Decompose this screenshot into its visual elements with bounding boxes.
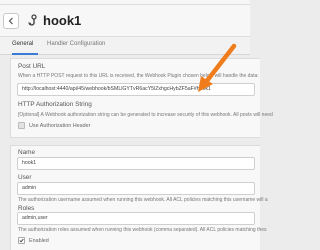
enabled-label: Enabled	[29, 238, 49, 244]
post-url-field[interactable]: http://localhost:4440/api/45/webhook/bSM…	[17, 83, 255, 96]
settings-panel: Name hook1 User admin The authorization …	[10, 145, 268, 250]
url-panel: Post URL When a HTTP POST request to thi…	[10, 58, 273, 138]
user-label: User	[18, 174, 32, 181]
user-help: The authorization username assumed when …	[18, 197, 268, 203]
tab-bar: General Handler Configuration	[0, 37, 250, 55]
auth-string-label: HTTP Authorization String	[18, 101, 92, 108]
page-title: hook1	[43, 13, 82, 28]
back-button[interactable]	[3, 13, 19, 29]
active-tab-indicator	[12, 53, 38, 55]
post-url-label: Post URL	[18, 63, 46, 70]
use-auth-header-checkbox[interactable]	[18, 122, 25, 129]
enabled-checkbox[interactable]	[18, 237, 25, 244]
hook-icon	[28, 14, 37, 26]
checkmark-icon	[19, 238, 24, 243]
name-label: Name	[18, 149, 36, 156]
tab-general[interactable]: General	[12, 41, 33, 47]
roles-field[interactable]: admin,user	[17, 212, 255, 225]
user-field[interactable]: admin	[17, 182, 255, 195]
auth-string-help: [Optional] A Webhook authorization strin…	[18, 112, 273, 118]
roles-label: Roles	[18, 205, 35, 212]
chevron-left-icon	[8, 17, 13, 25]
webhook-header: hook1	[0, 5, 250, 37]
tab-handler-configuration[interactable]: Handler Configuration	[47, 41, 105, 47]
roles-help: The authorization roles assumed when run…	[18, 227, 267, 233]
name-field[interactable]: hook1	[17, 157, 255, 170]
post-url-help: When a HTTP POST request to this URL is …	[18, 73, 259, 79]
use-auth-header-label: Use Authorization Header	[29, 123, 91, 129]
